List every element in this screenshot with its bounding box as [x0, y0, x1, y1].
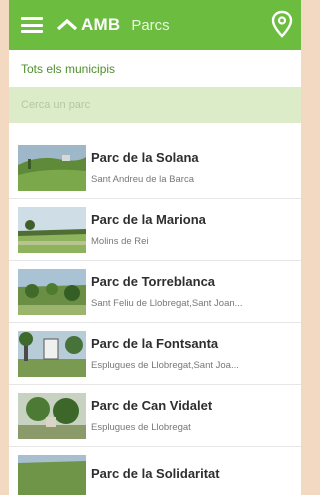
- park-thumbnail: [18, 144, 86, 191]
- park-thumbnail: [18, 454, 86, 495]
- park-list-item[interactable]: Parc de la Solidaritat: [9, 447, 301, 495]
- search-bar: [9, 87, 301, 123]
- park-municipality: Molins de Rei: [91, 236, 149, 247]
- park-list-item[interactable]: Parc de Can Vidalet Esplugues de Llobreg…: [9, 385, 301, 447]
- park-list-item[interactable]: Parc de Torreblanca Sant Feliu de Llobre…: [9, 261, 301, 323]
- park-list-item[interactable]: Parc de la Mariona Molins de Rei: [9, 199, 301, 261]
- map-pin-icon[interactable]: [271, 10, 293, 38]
- page-title: Parcs: [131, 16, 170, 34]
- park-name: Parc de la Mariona: [91, 212, 206, 227]
- park-name: Parc de Torreblanca: [91, 274, 216, 289]
- park-thumbnail: [18, 206, 86, 253]
- search-input[interactable]: [21, 99, 271, 111]
- park-name: Parc de Can Vidalet: [91, 398, 213, 413]
- list-spacer: [9, 123, 301, 137]
- parks-list: Parc de la Solana Sant Andreu de la Barc…: [9, 137, 301, 495]
- park-name: Parc de la Fontsanta: [91, 336, 219, 351]
- app-bar: AMB Parcs: [9, 0, 301, 50]
- brand-name: AMB: [81, 15, 121, 34]
- park-name: Parc de la Solidaritat: [91, 465, 220, 481]
- park-list-item[interactable]: Parc de la Fontsanta Esplugues de Llobre…: [9, 323, 301, 385]
- park-municipality: Esplugues de Llobregat,Sant Joa...: [91, 360, 239, 371]
- park-thumbnail: [18, 268, 86, 315]
- brand-logo: AMB: [57, 15, 120, 35]
- app-screen: AMB Parcs Tots els municipis Cerca un pa…: [9, 0, 301, 495]
- park-list-item[interactable]: Parc de la Solana Sant Andreu de la Barc…: [9, 137, 301, 199]
- park-thumbnail: [18, 392, 86, 439]
- municipality-filter[interactable]: Tots els municipis: [9, 50, 301, 87]
- park-municipality: Sant Andreu de la Barca: [91, 174, 194, 185]
- park-name: Parc de la Solana: [91, 150, 199, 165]
- park-municipality: Esplugues de Llobregat: [91, 422, 191, 433]
- park-thumbnail: [18, 330, 86, 377]
- park-municipality: Sant Feliu de Llobregat,Sant Joan...: [91, 298, 243, 309]
- municipality-filter-label: Tots els municipis: [21, 61, 116, 76]
- menu-icon[interactable]: [21, 17, 43, 33]
- amb-logo-icon: [57, 18, 77, 31]
